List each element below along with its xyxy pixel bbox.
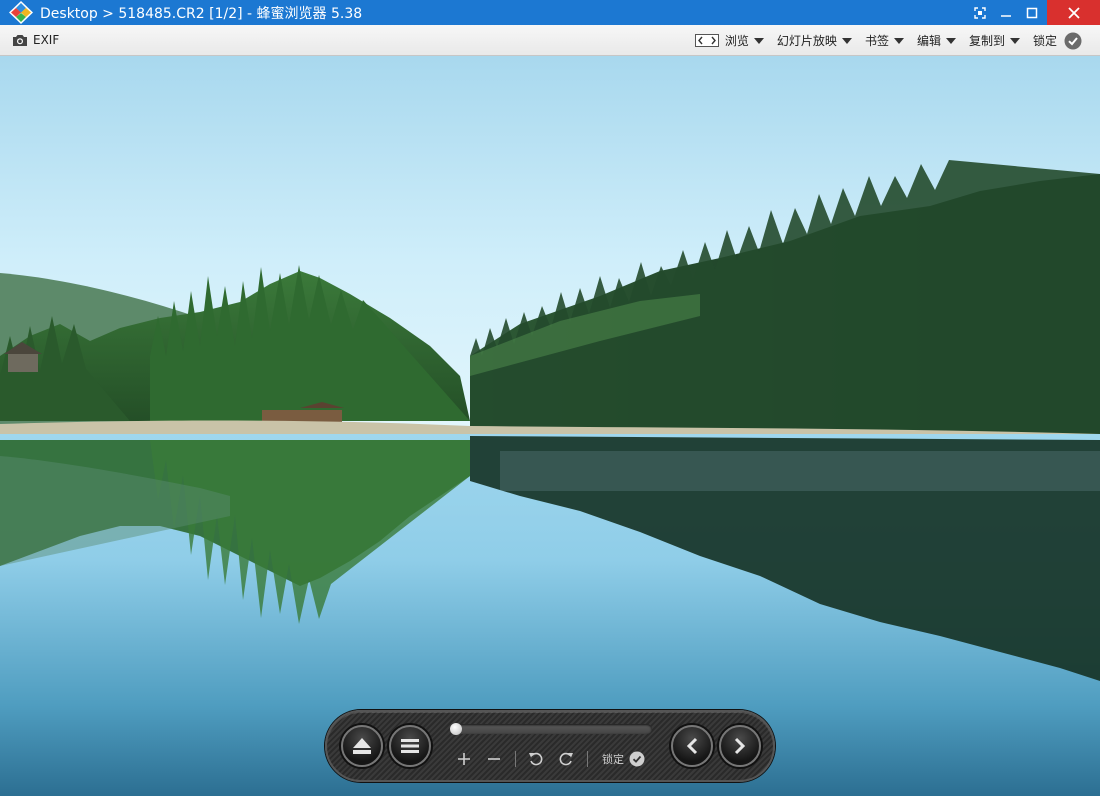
toolbar-menus: 浏览 幻灯片放映 书签 编辑 复制到 锁定 bbox=[682, 25, 1100, 56]
fullscreen-button[interactable] bbox=[967, 0, 993, 25]
eject-icon bbox=[353, 738, 371, 754]
menu-edit[interactable]: 编辑 bbox=[917, 32, 956, 49]
close-icon bbox=[1067, 6, 1080, 19]
zoom-out-button[interactable] bbox=[483, 748, 505, 770]
menu-copy-to-label: 复制到 bbox=[968, 34, 1005, 48]
menu-slideshow-label: 幻灯片放映 bbox=[776, 34, 837, 48]
menu-edit-label: 编辑 bbox=[916, 34, 941, 48]
separator bbox=[587, 751, 588, 767]
window-title: Desktop > 518485.CR2 [1/2] - 蜂蜜浏览器 5.38 bbox=[40, 5, 363, 22]
rotate-left-button[interactable] bbox=[525, 748, 547, 770]
toolbar: EXIF 浏览 幻灯片放映 书签 编辑 复制到 锁定 bbox=[0, 25, 1100, 56]
rotate-left-icon bbox=[529, 752, 543, 766]
previous-button[interactable] bbox=[671, 725, 713, 767]
photo-viewer[interactable] bbox=[0, 56, 1100, 796]
close-button[interactable] bbox=[1047, 0, 1100, 25]
maximize-icon bbox=[1026, 7, 1038, 18]
eject-button[interactable] bbox=[341, 725, 383, 767]
fullscreen-icon bbox=[974, 6, 986, 19]
app-logo-icon bbox=[9, 1, 33, 24]
menu-browse[interactable]: 浏览 bbox=[694, 32, 764, 49]
next-button[interactable] bbox=[719, 725, 761, 767]
menu-bookmarks[interactable]: 书签 bbox=[865, 32, 904, 49]
window-controls bbox=[967, 0, 1100, 25]
lock-label: 锁定 bbox=[1032, 34, 1057, 48]
maximize-button[interactable] bbox=[1019, 0, 1045, 25]
chevron-down-icon bbox=[753, 37, 764, 44]
chevron-down-icon bbox=[945, 37, 956, 44]
check-circle-icon bbox=[629, 751, 645, 767]
exif-button[interactable]: EXIF bbox=[12, 33, 59, 47]
camera-icon bbox=[13, 35, 27, 46]
minimize-icon bbox=[1001, 14, 1011, 17]
check-circle-icon bbox=[1064, 32, 1082, 49]
rotate-right-icon bbox=[559, 752, 573, 766]
separator bbox=[515, 751, 516, 767]
menu-button[interactable] bbox=[389, 725, 431, 767]
viewer-control-panel: 锁定 bbox=[325, 710, 775, 782]
chevron-down-icon bbox=[1009, 37, 1020, 44]
chevron-down-icon bbox=[841, 37, 852, 44]
landscape-photo bbox=[0, 56, 1100, 796]
menu-browse-label: 浏览 bbox=[724, 34, 749, 48]
browse-icon bbox=[694, 34, 719, 47]
menu-bookmarks-label: 书签 bbox=[864, 34, 889, 48]
rotate-right-button[interactable] bbox=[555, 748, 577, 770]
menu-slideshow[interactable]: 幻灯片放映 bbox=[777, 32, 852, 49]
title-bar: Desktop > 518485.CR2 [1/2] - 蜂蜜浏览器 5.38 bbox=[0, 0, 1100, 25]
next-icon bbox=[734, 737, 746, 755]
prev-icon bbox=[686, 737, 698, 755]
menu-icon bbox=[401, 739, 419, 753]
zoom-in-icon bbox=[458, 753, 470, 765]
chevron-down-icon bbox=[893, 37, 904, 44]
panel-lock-toggle[interactable]: 锁定 bbox=[602, 748, 645, 770]
menu-copy-to[interactable]: 复制到 bbox=[969, 32, 1020, 49]
slideshow-progress-bar[interactable] bbox=[450, 723, 652, 735]
zoom-out-icon bbox=[488, 758, 500, 760]
lock-toggle[interactable]: 锁定 bbox=[1033, 32, 1082, 50]
progress-knob[interactable] bbox=[450, 723, 462, 735]
panel-lock-label: 锁定 bbox=[602, 753, 624, 766]
zoom-in-button[interactable] bbox=[453, 748, 475, 770]
exif-label: EXIF bbox=[33, 33, 60, 47]
minimize-button[interactable] bbox=[993, 0, 1019, 25]
